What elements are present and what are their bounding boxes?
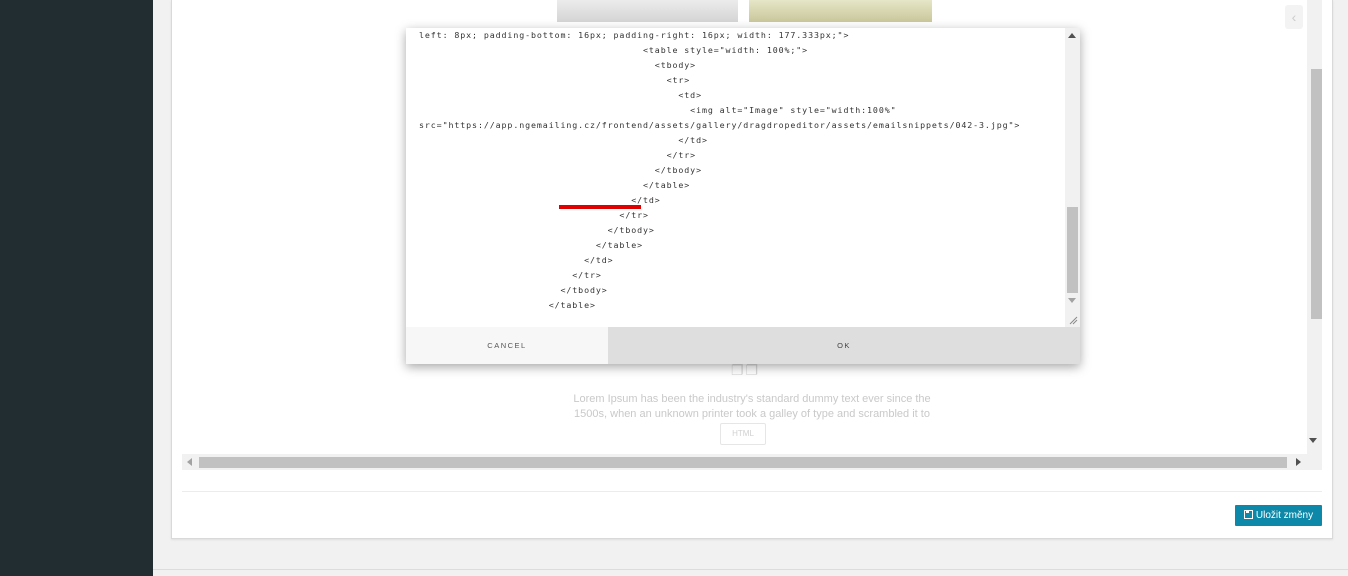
code-line: </tr> xyxy=(419,150,697,160)
html-source-dialog: left: 8px; padding-bottom: 16px; padding… xyxy=(406,28,1080,364)
content-bottom-border xyxy=(153,569,1348,570)
scroll-down-arrow-icon[interactable] xyxy=(1068,298,1076,303)
gallery-image-1 xyxy=(557,0,738,22)
code-line: </table> xyxy=(419,240,644,250)
code-line: left: 8px; padding-bottom: 16px; padding… xyxy=(419,30,850,40)
scroll-left-arrow-icon[interactable] xyxy=(187,458,192,466)
scroll-right-arrow-icon[interactable] xyxy=(1296,458,1301,466)
cancel-button[interactable]: CANCEL xyxy=(406,327,608,364)
red-underline-annotation xyxy=(559,205,641,209)
code-line: </tbody> xyxy=(419,165,702,175)
code-line: </tr> xyxy=(419,270,602,280)
source-vertical-scroll-thumb[interactable] xyxy=(1067,207,1078,293)
scroll-up-arrow-icon[interactable] xyxy=(1068,33,1076,38)
resize-grip-icon[interactable] xyxy=(1069,316,1078,325)
source-vertical-scrollbar[interactable] xyxy=(1065,28,1080,327)
ok-button[interactable]: OK xyxy=(608,327,1080,364)
code-line: <tbody> xyxy=(419,60,697,70)
editor-horizontal-scrollbar[interactable] xyxy=(182,454,1322,470)
code-line: </table> xyxy=(419,180,691,190)
save-changes-label: Uložit změny xyxy=(1255,510,1314,521)
code-line: </tbody> xyxy=(419,285,608,295)
code-line: </tbody> xyxy=(419,225,655,235)
footer-divider xyxy=(182,491,1322,492)
code-line: <img alt="Image" style="width:100%" xyxy=(419,105,897,115)
placeholder-paragraph: Lorem Ipsum has been the industry's stan… xyxy=(573,393,931,420)
code-line: <table style="width: 100%;"> xyxy=(419,45,809,55)
code-line: </tr> xyxy=(419,210,649,220)
html-source-textarea[interactable]: left: 8px; padding-bottom: 16px; padding… xyxy=(406,28,1065,327)
editor-vertical-scrollbar[interactable] xyxy=(1307,0,1322,454)
code-line: src="https://app.ngemailing.cz/frontend/… xyxy=(419,120,1021,130)
save-changes-button[interactable]: Uložit změny xyxy=(1235,505,1322,526)
code-line: </table> xyxy=(419,300,596,310)
html-button[interactable]: HTML xyxy=(720,423,766,445)
code-line: </td> xyxy=(419,255,614,265)
editor-horizontal-scroll-thumb[interactable] xyxy=(199,457,1287,468)
editor-vertical-scroll-thumb[interactable] xyxy=(1311,69,1322,319)
code-line: </td> xyxy=(419,135,708,145)
image-placeholder-icon: ❐❐ xyxy=(731,362,761,378)
code-line: <tr> xyxy=(419,75,691,85)
sidebar xyxy=(0,0,153,576)
dialog-footer: CANCEL OK xyxy=(406,327,1080,364)
scroll-down-arrow-icon[interactable] xyxy=(1309,438,1317,443)
chevron-left-icon[interactable]: ‹ xyxy=(1285,5,1303,29)
floppy-disk-icon xyxy=(1243,510,1253,519)
code-line: <td> xyxy=(419,90,702,100)
gallery-image-2 xyxy=(749,0,932,22)
